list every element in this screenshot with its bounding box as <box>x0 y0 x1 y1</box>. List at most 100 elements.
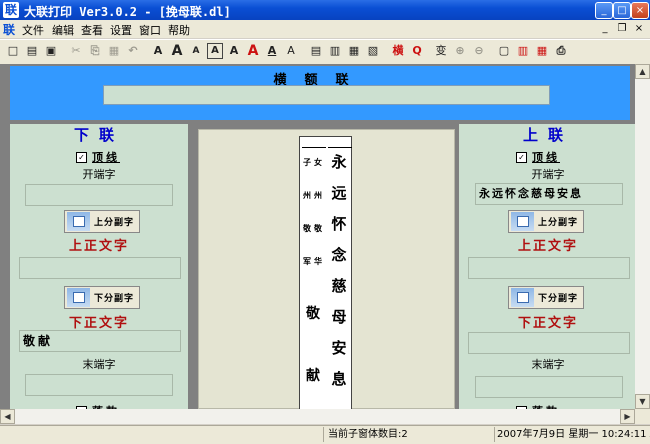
maximize-button[interactable]: □ <box>613 2 631 19</box>
upper-start-input[interactable]: 永远怀念慈母安息 <box>475 183 623 205</box>
lower-upper-sub-button-label: 上分副字 <box>94 218 135 228</box>
vertical-scrollbar[interactable]: ▲ ▼ <box>635 64 650 409</box>
hengpi-input[interactable] <box>103 85 550 105</box>
cut-icon[interactable]: ✂ <box>68 43 84 59</box>
preview-paper: 子 州 敬 军 女 州 敬 华 敬 献 永 远 怀 念 慈 母 安 息 <box>299 136 352 411</box>
lower-start-label: 开端字 <box>82 168 116 181</box>
hengpi-panel: 横额联 <box>10 66 630 120</box>
close-button[interactable]: × <box>631 2 649 19</box>
upper-sub-image-icon <box>67 212 90 231</box>
mdi-minimize-button[interactable]: _ <box>598 22 612 35</box>
app-icon[interactable]: 联 <box>3 2 19 18</box>
upper-upper-sub-button[interactable]: 上分副字 <box>508 210 584 233</box>
scroll-up-icon[interactable]: ▲ <box>635 64 650 79</box>
transform-icon[interactable]: 变 <box>433 43 449 59</box>
zoom-in-icon[interactable]: ⊕ <box>452 43 468 59</box>
menu-window[interactable]: 窗口 <box>139 22 161 38</box>
preview-signature-char: 献 <box>306 368 320 384</box>
preview-main-char: 母 <box>331 308 347 326</box>
preview-signature-char: 敬 <box>306 306 320 322</box>
status-separator <box>494 427 495 442</box>
lower-start-input[interactable] <box>25 184 173 206</box>
font-color-icon[interactable]: A <box>245 43 261 59</box>
mdi-close-button[interactable]: × <box>632 22 646 35</box>
undo-icon[interactable]: ↶ <box>125 43 141 59</box>
upper-end-input[interactable] <box>475 376 623 398</box>
font-thin-icon[interactable]: A <box>283 43 299 59</box>
lower-end-input[interactable] <box>25 374 173 396</box>
copy-icon[interactable]: ⎘ <box>87 43 103 59</box>
status-child-count: 当前子窗体数目:2 <box>328 429 408 440</box>
preview-lower-signature-column: 敬 献 <box>301 137 325 407</box>
preview-main-char: 安 <box>331 339 347 357</box>
layout3-icon[interactable]: ▦ <box>346 43 362 59</box>
toolbar: □ ▤ ▣ ✂ ⎘ ▦ ↶ A A A A A A A A ▤ ▥ ▦ ▧ 横 … <box>0 39 650 65</box>
open-folder-icon[interactable]: ▤ <box>24 43 40 59</box>
layout1-icon[interactable]: ▤ <box>308 43 324 59</box>
menu-settings[interactable]: 设置 <box>110 22 132 38</box>
upper-upper-sub-button-label: 上分副字 <box>538 218 579 228</box>
lower-lower-text-label: 下正文字 <box>68 316 129 331</box>
mdi-restore-button[interactable]: ❐ <box>615 22 629 35</box>
title-bar: 联 大联打印 Ver3.0.2 - [挽母联.dl] _ □ × <box>0 0 650 20</box>
lower-topline-checkbox[interactable]: ✓ <box>76 152 87 163</box>
lower-lower-text-input[interactable]: 敬献 <box>19 330 181 352</box>
zoom-out-icon[interactable]: ⊖ <box>471 43 487 59</box>
query-icon[interactable]: Q <box>409 43 425 59</box>
save-icon[interactable]: ▣ <box>43 43 59 59</box>
lower-upper-sub-button[interactable]: 上分副字 <box>64 210 140 233</box>
preview-main-char: 永 <box>331 153 347 171</box>
lower-sub-image-icon <box>511 288 534 307</box>
menu-view[interactable]: 查看 <box>81 22 103 38</box>
document-icon[interactable]: 联 <box>3 21 17 37</box>
upper-lower-text-input[interactable] <box>468 332 630 354</box>
upper-topline-label[interactable]: 顶线 <box>532 149 560 165</box>
window-title: 大联打印 Ver3.0.2 - [挽母联.dl] <box>24 5 231 19</box>
upper-upper-text-label: 上正文字 <box>517 239 578 254</box>
lower-lower-sub-button[interactable]: 下分副字 <box>64 286 140 309</box>
lower-topline-label[interactable]: 顶线 <box>92 149 120 165</box>
upper-panel-header: 上联 <box>522 126 573 144</box>
upper-topline-checkbox[interactable]: ✓ <box>516 152 527 163</box>
font-style-icon[interactable]: A <box>226 43 242 59</box>
font-outline-icon[interactable]: A <box>150 43 166 59</box>
print-icon[interactable]: ⎙ <box>553 43 569 59</box>
red-grid-icon-2[interactable]: ▦ <box>534 43 550 59</box>
new-file-icon[interactable]: □ <box>5 43 21 59</box>
preview-main-column: 永 远 怀 念 慈 母 安 息 <box>327 137 351 407</box>
status-bar: 当前子窗体数目:2 2007年7月9日 星期一 10:24:11 AM <box>0 425 650 444</box>
upper-lower-sub-button-label: 下分副字 <box>538 294 579 304</box>
menu-file[interactable]: 文件 <box>22 22 44 38</box>
couplet-preview: 子 州 敬 军 女 州 敬 华 敬 献 永 远 怀 念 慈 母 安 息 <box>198 129 455 411</box>
upper-upper-text-input[interactable] <box>468 257 630 279</box>
paste-icon[interactable]: ▦ <box>106 43 122 59</box>
font-small-icon[interactable]: A <box>188 43 204 59</box>
scroll-right-icon[interactable]: ▶ <box>620 409 635 424</box>
font-large-icon[interactable]: A <box>169 43 185 59</box>
horizontal-icon[interactable]: 横 <box>390 43 406 59</box>
menu-bar: 联 文件 编辑 查看 设置 窗口 帮助 _ ❐ × <box>0 20 650 38</box>
red-grid-icon-1[interactable]: ▥ <box>515 43 531 59</box>
horizontal-scrollbar[interactable]: ◀ ▶ <box>0 409 635 424</box>
scroll-down-icon[interactable]: ▼ <box>635 394 650 409</box>
scroll-left-icon[interactable]: ◀ <box>0 409 15 424</box>
upper-lower-sub-button[interactable]: 下分副字 <box>508 286 584 309</box>
lower-upper-text-label: 上正文字 <box>68 239 129 254</box>
layout4-icon[interactable]: ▧ <box>365 43 381 59</box>
menu-help[interactable]: 帮助 <box>168 22 190 38</box>
font-boxed-icon[interactable]: A <box>207 43 223 59</box>
lower-upper-text-input[interactable] <box>19 257 181 279</box>
preview-main-char: 念 <box>331 246 347 264</box>
font-underline-icon[interactable]: A <box>264 43 280 59</box>
status-separator <box>323 427 324 442</box>
menu-edit[interactable]: 编辑 <box>52 22 74 38</box>
print-preview-icon[interactable]: ▢ <box>496 43 512 59</box>
scroll-corner <box>635 409 650 424</box>
lower-sub-image-icon <box>67 288 90 307</box>
minimize-button[interactable]: _ <box>595 2 613 19</box>
lower-couplet-panel: 下联 ✓ 顶线 开端字 上分副字 上正文字 下分副字 下正文字 敬献 末端字 落… <box>10 124 188 418</box>
upper-end-label: 末端字 <box>531 358 565 371</box>
upper-lower-text-label: 下正文字 <box>517 316 578 331</box>
preview-main-char: 息 <box>331 370 347 388</box>
layout2-icon[interactable]: ▥ <box>327 43 343 59</box>
